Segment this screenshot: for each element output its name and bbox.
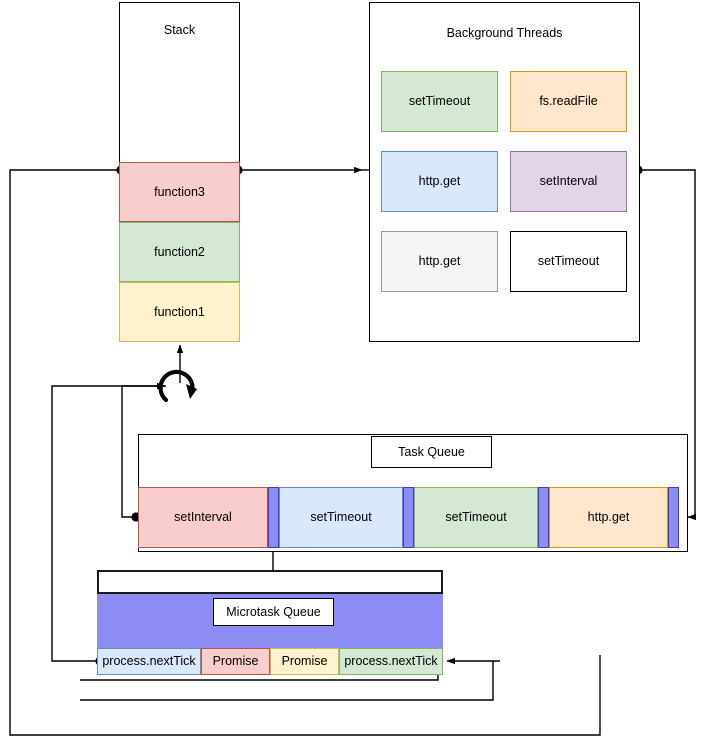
task-queue-item-3[interactable]: http.get bbox=[549, 487, 668, 548]
background-threads-title: Background Threads bbox=[446, 26, 563, 40]
microtask-queue-item-label: process.nextTick bbox=[344, 654, 438, 668]
event-loop-diagram: Stack function3 function2 function1 Back… bbox=[0, 0, 710, 749]
background-thread-label: setInterval bbox=[539, 174, 598, 188]
stack-frame-function1[interactable]: function1 bbox=[119, 282, 240, 342]
background-thread-label: http.get bbox=[418, 254, 461, 268]
background-thread-item-3[interactable]: setInterval bbox=[510, 151, 627, 212]
stack-frame-label: function2 bbox=[154, 244, 205, 259]
task-queue-separator-0 bbox=[268, 487, 279, 548]
stack-container: Stack bbox=[119, 2, 240, 168]
background-thread-item-5[interactable]: setTimeout bbox=[510, 231, 627, 292]
background-thread-label: fs.readFile bbox=[539, 94, 598, 108]
stack-frame-label: function1 bbox=[154, 304, 205, 319]
microtask-queue-item-0[interactable]: process.nextTick bbox=[97, 648, 201, 675]
task-queue-item-label: setInterval bbox=[174, 510, 232, 524]
task-queue-item-label: http.get bbox=[587, 510, 630, 524]
stack-title: Stack bbox=[163, 23, 196, 37]
microtask-queue-title-box: Microtask Queue bbox=[213, 598, 334, 626]
background-thread-item-1[interactable]: fs.readFile bbox=[510, 71, 627, 132]
microtask-queue-top-bar bbox=[97, 570, 443, 594]
task-queue-separator-2 bbox=[538, 487, 549, 548]
background-thread-label: http.get bbox=[418, 174, 461, 188]
background-thread-item-4[interactable]: http.get bbox=[381, 231, 498, 292]
task-queue-item-label: setTimeout bbox=[310, 510, 372, 524]
task-queue-item-1[interactable]: setTimeout bbox=[279, 487, 403, 548]
task-queue-separator-1 bbox=[403, 487, 414, 548]
background-thread-item-2[interactable]: http.get bbox=[381, 151, 498, 212]
microtask-queue-title: Microtask Queue bbox=[226, 604, 321, 619]
microtask-queue-item-label: Promise bbox=[212, 654, 259, 668]
microtask-queue-item-2[interactable]: Promise bbox=[270, 648, 339, 675]
stack-frame-function2[interactable]: function2 bbox=[119, 222, 240, 282]
background-thread-label: setTimeout bbox=[408, 94, 471, 108]
task-queue-title: Task Queue bbox=[398, 444, 465, 459]
microtask-queue-item-label: Promise bbox=[281, 654, 328, 668]
stack-frame-function3[interactable]: function3 bbox=[119, 162, 240, 222]
circular-arrow-icon bbox=[158, 369, 195, 403]
task-queue-separator-3 bbox=[668, 487, 679, 548]
microtask-queue-item-1[interactable]: Promise bbox=[201, 648, 270, 675]
circular-arrow-head bbox=[186, 384, 197, 399]
microtask-queue-item-label: process.nextTick bbox=[102, 654, 196, 668]
task-queue-item-label: setTimeout bbox=[445, 510, 507, 524]
stack-frame-label: function3 bbox=[154, 184, 205, 199]
task-queue-item-2[interactable]: setTimeout bbox=[414, 487, 538, 548]
background-thread-label: setTimeout bbox=[537, 254, 600, 268]
task-queue-item-0[interactable]: setInterval bbox=[138, 487, 268, 548]
task-queue-title-box: Task Queue bbox=[371, 436, 492, 468]
microtask-queue-item-3[interactable]: process.nextTick bbox=[339, 648, 443, 675]
background-thread-item-0[interactable]: setTimeout bbox=[381, 71, 498, 132]
